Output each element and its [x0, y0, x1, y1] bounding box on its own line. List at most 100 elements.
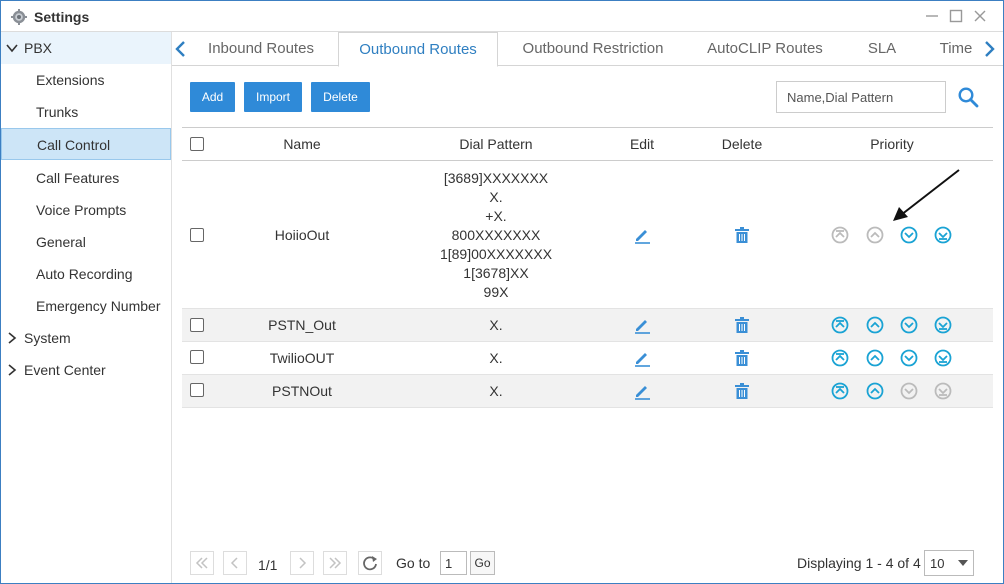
double-chevron-left-icon — [195, 557, 208, 569]
go-button[interactable]: Go — [470, 551, 495, 575]
sidebar-group-event-center[interactable]: Event Center — [1, 354, 171, 386]
chevron-left-icon — [230, 557, 238, 569]
edit-icon[interactable] — [633, 316, 651, 334]
move-down-icon[interactable] — [900, 349, 918, 367]
move-top-icon[interactable] — [831, 226, 849, 244]
tab-sla[interactable]: SLA — [852, 32, 912, 66]
row-checkbox[interactable] — [190, 228, 204, 242]
sidebar-item-trunks[interactable]: Trunks — [1, 96, 171, 128]
sidebar-item-label: General — [36, 234, 86, 250]
table-row: HoiioOut [3689]XXXXXXX X. +X. 800XXXXXXX… — [182, 161, 993, 309]
sidebar-item-voice-prompts[interactable]: Voice Prompts — [1, 194, 171, 226]
move-top-icon[interactable] — [831, 316, 849, 334]
dial-pattern-line: [3689]XXXXXXX — [443, 170, 549, 186]
settings-window: Settings PBX Extensions Trunks Call Cont… — [0, 0, 1004, 584]
move-bottom-icon[interactable] — [934, 382, 952, 400]
sidebar-item-label: Call Features — [36, 170, 120, 186]
minimize-icon[interactable] — [923, 7, 941, 25]
move-down-icon[interactable] — [900, 382, 918, 400]
dial-pattern-line: +X. — [485, 208, 507, 224]
sidebar-group-label: PBX — [24, 40, 53, 56]
dial-pattern-line: 1[89]00XXXXXXX — [439, 246, 553, 262]
sidebar-item-general[interactable]: General — [1, 226, 171, 258]
delete-button[interactable]: Delete — [311, 82, 370, 112]
per-page-select[interactable]: 10 — [924, 550, 974, 576]
sidebar-item-call-control[interactable]: Call Control — [1, 128, 171, 160]
sidebar-group-system[interactable]: System — [1, 322, 171, 354]
tab-outbound-routes[interactable]: Outbound Routes — [338, 32, 498, 67]
chevron-right-icon — [8, 332, 17, 344]
move-top-icon[interactable] — [831, 382, 849, 400]
per-page-value: 10 — [930, 556, 945, 571]
search-input[interactable] — [776, 81, 946, 113]
sidebar-item-emergency-number[interactable]: Emergency Number — [1, 290, 171, 322]
sidebar-item-label: Extensions — [36, 72, 105, 88]
trash-icon[interactable] — [733, 316, 751, 334]
trash-icon[interactable] — [733, 382, 751, 400]
column-header-delete: Delete — [721, 136, 763, 152]
route-name: PSTNOut — [272, 383, 332, 399]
dial-pattern: X. — [489, 317, 503, 333]
double-chevron-right-icon — [329, 557, 342, 569]
sidebar-item-label: Auto Recording — [36, 266, 133, 282]
row-checkbox[interactable] — [190, 350, 204, 364]
sidebar-item-extensions[interactable]: Extensions — [1, 64, 171, 96]
move-up-icon[interactable] — [866, 349, 884, 367]
edit-icon[interactable] — [633, 382, 651, 400]
goto-page-input[interactable] — [440, 551, 467, 575]
window-title: Settings — [34, 9, 90, 25]
import-button[interactable]: Import — [244, 82, 302, 112]
tab-inbound-routes[interactable]: Inbound Routes — [194, 32, 328, 66]
refresh-button[interactable] — [358, 551, 382, 575]
move-top-icon[interactable] — [831, 349, 849, 367]
maximize-icon[interactable] — [947, 7, 965, 25]
sidebar: PBX Extensions Trunks Call Control Call … — [1, 32, 172, 583]
sidebar-item-auto-recording[interactable]: Auto Recording — [1, 258, 171, 290]
dial-pattern-line: 99X — [483, 284, 509, 300]
move-bottom-icon[interactable] — [934, 226, 952, 244]
route-name: PSTN_Out — [268, 317, 336, 333]
title-bar: Settings — [1, 1, 1003, 32]
tab-scroll-left-icon[interactable] — [174, 40, 188, 58]
add-button[interactable]: Add — [190, 82, 235, 112]
column-header-name: Name — [283, 136, 321, 152]
trash-icon[interactable] — [733, 349, 751, 367]
tab-autoclip-routes[interactable]: AutoCLIP Routes — [688, 32, 842, 66]
move-down-icon[interactable] — [900, 226, 918, 244]
move-bottom-icon[interactable] — [934, 316, 952, 334]
sidebar-item-label: Emergency Number — [36, 298, 161, 314]
dial-pattern: [3689]XXXXXXX X. +X. 800XXXXXXX 1[89]00X… — [402, 169, 590, 302]
move-up-icon[interactable] — [866, 316, 884, 334]
edit-icon[interactable] — [633, 349, 651, 367]
table-row: PSTNOut X. — [182, 375, 993, 408]
table-header: Name Dial Pattern Edit Delete Priority — [182, 127, 993, 161]
sidebar-item-label: Voice Prompts — [36, 202, 127, 218]
column-header-dial-pattern: Dial Pattern — [459, 136, 533, 152]
trash-icon[interactable] — [733, 226, 751, 244]
goto-label: Go to — [396, 555, 431, 571]
column-header-edit: Edit — [629, 136, 655, 152]
table-row: TwilioOUT X. — [182, 342, 993, 375]
move-up-icon[interactable] — [866, 226, 884, 244]
select-all-checkbox[interactable] — [190, 137, 204, 151]
search-icon[interactable] — [957, 86, 979, 108]
tab-outbound-restriction[interactable]: Outbound Restriction — [508, 32, 678, 66]
chevron-right-icon — [299, 557, 307, 569]
edit-icon[interactable] — [633, 226, 651, 244]
close-icon[interactable] — [971, 7, 989, 25]
displaying-count: Displaying 1 - 4 of 4 — [797, 555, 921, 571]
sidebar-item-call-features[interactable]: Call Features — [1, 162, 171, 194]
tab-scroll-right-icon[interactable] — [982, 40, 996, 58]
sidebar-group-label: System — [24, 330, 71, 346]
sidebar-group-pbx[interactable]: PBX — [1, 32, 171, 64]
prev-page-button[interactable] — [223, 551, 247, 575]
row-checkbox[interactable] — [190, 318, 204, 332]
move-up-icon[interactable] — [866, 382, 884, 400]
next-page-button[interactable] — [290, 551, 314, 575]
move-down-icon[interactable] — [900, 316, 918, 334]
move-bottom-icon[interactable] — [934, 349, 952, 367]
first-page-button[interactable] — [190, 551, 214, 575]
last-page-button[interactable] — [323, 551, 347, 575]
row-checkbox[interactable] — [190, 383, 204, 397]
tab-time[interactable]: Time — [928, 32, 984, 66]
